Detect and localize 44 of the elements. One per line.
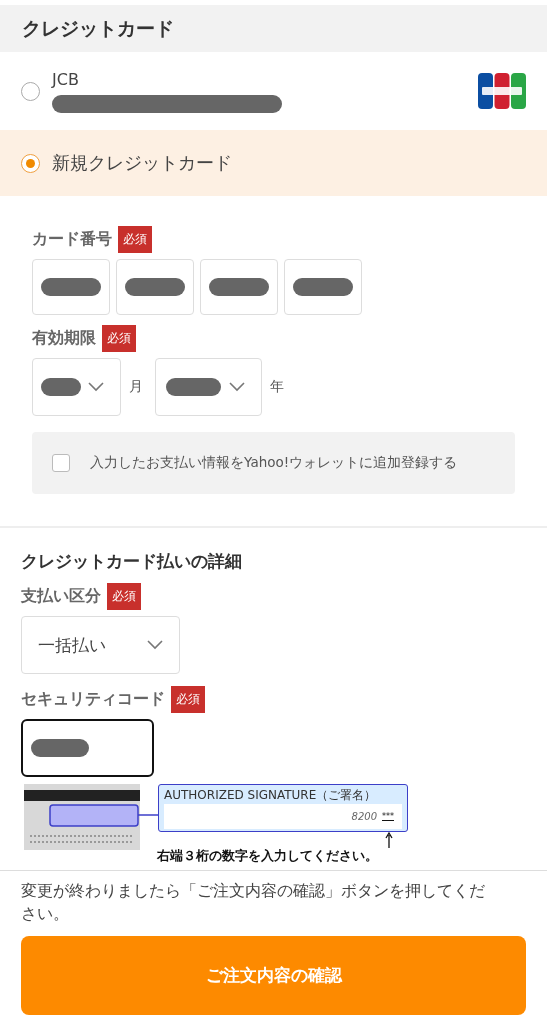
option-label: 新規クレジットカード: [52, 151, 232, 175]
card-number-field[interactable]: [116, 259, 194, 315]
redaction-mark: [166, 378, 221, 396]
unit-label: 月: [129, 378, 143, 396]
unit-label: 年: [270, 378, 284, 396]
card-brand-logo-icon: [478, 73, 526, 109]
section-title: クレジットカード: [22, 15, 174, 41]
arrow-up-icon: [385, 832, 393, 848]
card-digits: 8200: [351, 811, 377, 822]
required-badge: 必須: [107, 583, 141, 610]
security-code-field[interactable]: [21, 719, 154, 777]
payment-type-select[interactable]: 一括払い: [21, 616, 180, 674]
card-number-field[interactable]: [284, 259, 362, 315]
signature-label: AUTHORIZED SIGNATURE（ご署名）: [164, 787, 378, 804]
card-brand-label: JCB: [52, 69, 80, 89]
radio-button[interactable]: [21, 81, 40, 101]
card-number-field[interactable]: [200, 259, 278, 315]
field-label: 支払い区分: [21, 586, 101, 607]
redaction-mark: [41, 378, 81, 396]
redaction-mark: [41, 278, 101, 296]
checkbox[interactable]: [52, 454, 70, 472]
required-badge: 必須: [118, 226, 152, 253]
redaction-mark: [31, 739, 89, 757]
payment-option[interactable]: 新規クレジットカード: [0, 130, 547, 196]
instruction-text: 変更が終わりましたら「ご注文内容の確認」ボタンを押してください。: [21, 880, 486, 925]
card-number-field[interactable]: [32, 259, 110, 315]
month-select[interactable]: [32, 358, 121, 416]
checkbox-label: 入力したお支払い情報をYahoo!ウォレットに追加登録する: [90, 454, 458, 472]
section-title: クレジットカード払いの詳細: [21, 550, 243, 573]
required-badge: 必須: [102, 325, 136, 352]
redaction-mark: [125, 278, 185, 296]
field-label: カード番号: [32, 229, 112, 250]
redaction-mark: [209, 278, 269, 296]
chevron-down-icon: [229, 382, 245, 392]
code-mark: ***: [382, 812, 394, 821]
year-select[interactable]: [155, 358, 262, 416]
chevron-down-icon: [88, 382, 104, 392]
field-label: 有効期限: [32, 328, 96, 349]
chevron-down-icon: [147, 640, 163, 650]
radio-button[interactable]: [21, 153, 40, 173]
required-badge: 必須: [171, 686, 205, 713]
redaction-mark: [293, 278, 353, 296]
hint-text: 右端３桁の数字を入力してください。: [157, 848, 379, 865]
field-label: セキュリティコード: [21, 689, 165, 710]
